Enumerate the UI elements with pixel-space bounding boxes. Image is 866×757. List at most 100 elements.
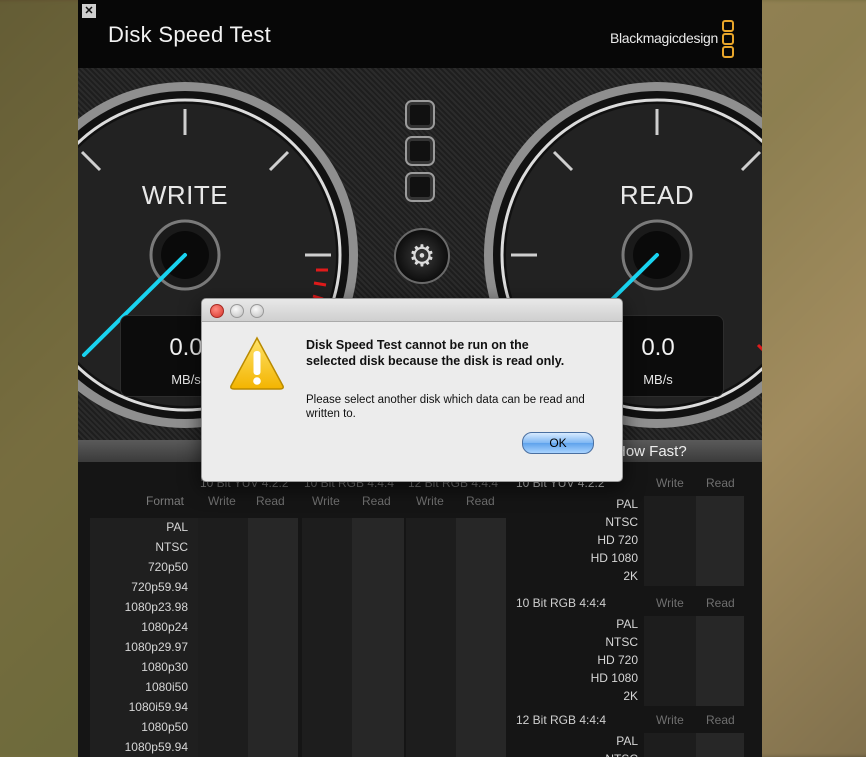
result-cell	[248, 738, 298, 757]
close-icon[interactable]: ✕	[82, 4, 96, 18]
write-col: Write	[656, 476, 684, 490]
result-cell	[198, 718, 248, 738]
format-name: 1080p50	[141, 720, 188, 734]
table-row: 1080p24	[90, 618, 506, 638]
settings-gear-icon[interactable]: ⚙	[394, 228, 450, 284]
result-cell	[352, 518, 404, 538]
result-cell	[198, 698, 248, 718]
format-name: HD 1080	[590, 551, 638, 565]
minimize-window-button[interactable]	[230, 304, 244, 318]
table-row: PAL	[90, 518, 506, 538]
result-cell	[302, 658, 352, 678]
result-cell	[302, 538, 352, 558]
table-row: 1080p50	[90, 718, 506, 738]
start-button-icon[interactable]	[405, 100, 435, 130]
result-cell	[456, 538, 506, 558]
app-title: Disk Speed Test	[108, 22, 272, 47]
result-cell	[696, 532, 744, 550]
result-cell	[248, 698, 298, 718]
result-cell	[406, 718, 456, 738]
table-row: 720p59.94	[90, 578, 506, 598]
format-header: Format	[146, 494, 185, 508]
result-cell	[456, 698, 506, 718]
table-row: NTSC	[90, 538, 506, 558]
read-col: Read	[256, 494, 285, 508]
start-button-icon-2[interactable]	[405, 136, 435, 166]
read-col: Read	[706, 713, 735, 727]
result-cell	[352, 698, 404, 718]
result-cell	[456, 638, 506, 658]
result-cell	[456, 658, 506, 678]
result-cell	[352, 738, 404, 757]
result-cell	[406, 738, 456, 757]
close-window-button[interactable]	[210, 304, 224, 318]
result-cell	[198, 738, 248, 757]
dialog-title: Disk Speed Test cannot be run on the sel…	[306, 338, 565, 368]
table-row: 720p50	[90, 558, 506, 578]
result-cell	[248, 538, 298, 558]
read-col: Read	[362, 494, 391, 508]
result-cell	[352, 618, 404, 638]
brand-logo-text: Blackmagicdesign	[609, 30, 718, 46]
write-col: Write	[656, 596, 684, 610]
result-cell	[696, 496, 744, 514]
result-cell	[644, 751, 696, 757]
result-cell	[406, 578, 456, 598]
result-cell	[302, 678, 352, 698]
result-cell	[406, 558, 456, 578]
format-name: 1080i50	[145, 680, 188, 694]
result-cell	[644, 616, 696, 634]
format-name: 1080p24	[141, 620, 188, 634]
result-cell	[302, 638, 352, 658]
result-cell	[644, 550, 696, 568]
result-cell	[644, 733, 696, 751]
result-cell	[644, 514, 696, 532]
table-row: PAL	[516, 496, 746, 514]
result-cell	[248, 578, 298, 598]
format-name: PAL	[616, 497, 638, 511]
table-row: 1080i50	[90, 678, 506, 698]
table-row: HD 1080	[516, 550, 746, 568]
format-name: NTSC	[605, 635, 638, 649]
table-row: NTSC	[516, 751, 746, 757]
result-cell	[352, 558, 404, 578]
result-cell	[248, 618, 298, 638]
ok-button[interactable]: OK	[522, 432, 594, 454]
write-col: Write	[208, 494, 236, 508]
table-row: 1080i59.94	[90, 698, 506, 718]
format-name: 720p50	[147, 560, 188, 574]
warning-icon	[230, 336, 284, 390]
result-cell	[302, 718, 352, 738]
format-name: 1080p30	[141, 660, 188, 674]
zoom-window-button[interactable]	[250, 304, 264, 318]
result-cell	[644, 634, 696, 652]
dialog-titlebar	[202, 299, 622, 322]
result-cell	[406, 638, 456, 658]
table-row: 1080p23.98	[90, 598, 506, 618]
result-cell	[696, 616, 744, 634]
result-cell	[406, 518, 456, 538]
format-name: 1080i59.94	[128, 700, 188, 714]
table-row: 2K	[516, 688, 746, 706]
format-name: PAL	[616, 734, 638, 748]
result-cell	[248, 638, 298, 658]
result-cell	[248, 658, 298, 678]
result-cell	[352, 718, 404, 738]
results-panel: How Fast? Format 10 Bit YUV 4:2:2 Write …	[78, 440, 762, 757]
result-cell	[302, 518, 352, 538]
format-name: HD 720	[597, 533, 638, 547]
titlebar: ✕ Disk Speed Test Blackmagicdesign	[78, 0, 762, 68]
read-label: READ	[619, 180, 695, 210]
result-cell	[456, 598, 506, 618]
result-cell	[198, 638, 248, 658]
format-name: 2K	[623, 569, 638, 583]
result-cell	[198, 658, 248, 678]
table-row: HD 1080	[516, 670, 746, 688]
alert-dialog: Disk Speed Test cannot be run on the sel…	[201, 298, 623, 482]
result-cell	[644, 688, 696, 706]
start-button-icon-3[interactable]	[405, 172, 435, 202]
result-cell	[248, 718, 298, 738]
result-cell	[302, 578, 352, 598]
format-name: PAL	[616, 617, 638, 631]
result-cell	[302, 698, 352, 718]
